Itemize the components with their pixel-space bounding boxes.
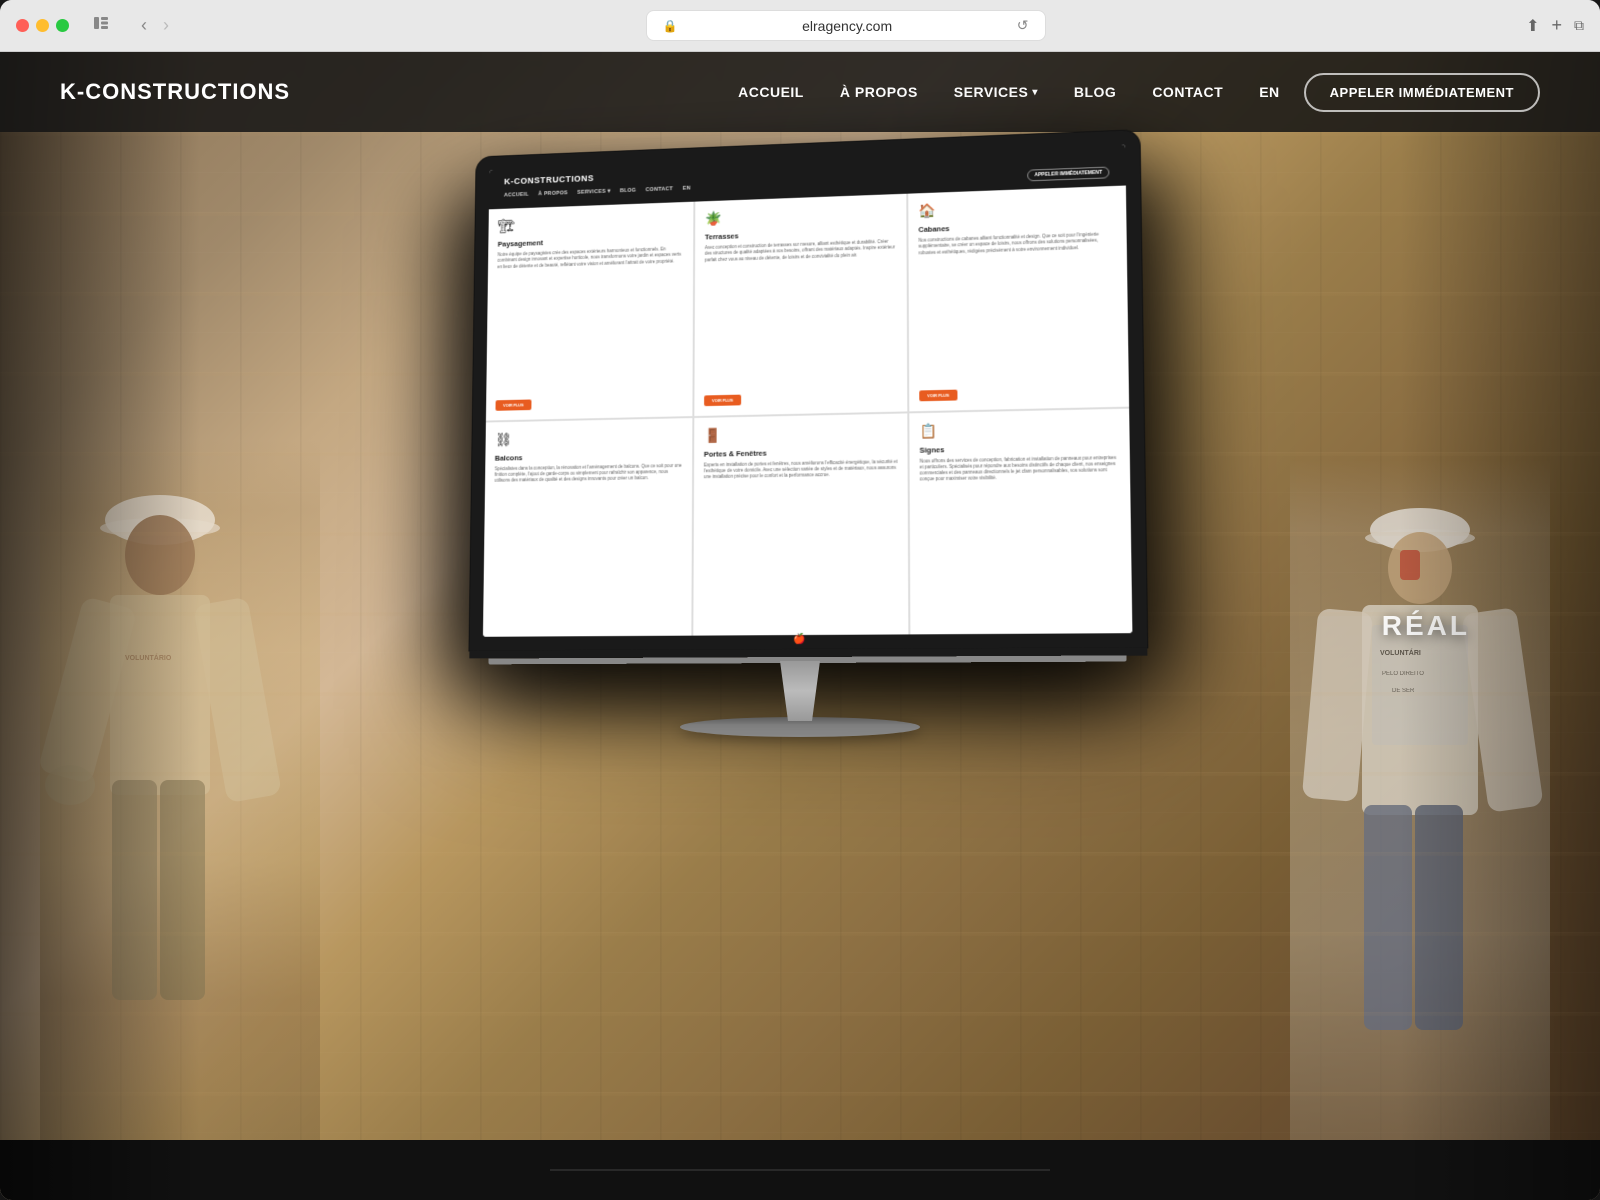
terrasses-icon: 🪴 xyxy=(705,204,897,227)
browser-titlebar: ‹ › 🔒 elragency.com ↺ ⬆ + ⧉ xyxy=(0,0,1600,52)
inner-website: K-CONSTRUCTIONS ACCUEIL À PROPOS SERVICE… xyxy=(483,144,1132,636)
monitor-container: K-CONSTRUCTIONS ACCUEIL À PROPOS SERVICE… xyxy=(450,132,1150,737)
svg-text:PELO DIREITO: PELO DIREITO xyxy=(1382,671,1424,677)
nav-services[interactable]: SERVICES xyxy=(954,84,1038,100)
inner-nav-lang[interactable]: EN xyxy=(683,186,691,192)
url-text: elragency.com xyxy=(685,18,1008,34)
minimize-button[interactable] xyxy=(36,19,49,32)
browser-controls: ‹ › xyxy=(137,11,173,40)
reload-button[interactable]: ↺ xyxy=(1017,17,1029,34)
signes-desc: Nous offrons des services de conception,… xyxy=(920,454,1120,483)
inner-nav-apropos[interactable]: À PROPOS xyxy=(538,190,568,197)
services-grid: 🏗 Paysagement Notre équipe de paysagiste… xyxy=(483,186,1132,637)
browser-window: ‹ › 🔒 elragency.com ↺ ⬆ + ⧉ xyxy=(0,0,1600,1200)
sidebar-toggle[interactable] xyxy=(85,11,117,40)
terrasses-btn[interactable]: Voir Plus xyxy=(704,394,741,406)
back-button[interactable]: ‹ xyxy=(137,11,151,40)
close-button[interactable] xyxy=(16,19,29,32)
service-card-cabanes: 🏠 Cabanes Nos constructions de cabanes a… xyxy=(908,186,1129,411)
inner-nav-contact[interactable]: CONTACT xyxy=(646,186,673,193)
website-content: VOLUNTÁRIO xyxy=(0,52,1600,1200)
inner-nav-blog[interactable]: BLOG xyxy=(620,188,636,194)
new-tab-button[interactable]: + xyxy=(1551,15,1562,36)
cabanes-btn[interactable]: Voir Plus xyxy=(919,389,957,401)
imac-neck xyxy=(760,661,840,721)
service-card-paysagement: 🏗 Paysagement Notre équipe de paysagiste… xyxy=(486,202,693,420)
portes-desc: Experts en installation de portes et fen… xyxy=(704,459,898,481)
svg-text:VOLUNTÁRI: VOLUNTÁRI xyxy=(1380,648,1421,657)
nav-lang[interactable]: EN xyxy=(1259,84,1279,100)
inner-nav-accueil[interactable]: ACCUEIL xyxy=(504,192,529,199)
imac-monitor: K-CONSTRUCTIONS ACCUEIL À PROPOS SERVICE… xyxy=(450,132,1150,737)
svg-text:DE SER: DE SER xyxy=(1392,688,1415,694)
signes-title: Signes xyxy=(920,441,1120,454)
balcons-title: Balcons xyxy=(495,450,683,462)
cabanes-desc: Nos constructions de cabanes alliant fon… xyxy=(918,231,1116,256)
worker-figure-right: VOLUNTÁRI PELO DIREITO DE SER xyxy=(1290,460,1550,1140)
inner-cta-button[interactable]: APPELER IMMÉDIATEMENT xyxy=(1027,167,1109,182)
cabanes-icon: 🏠 xyxy=(918,196,1116,220)
service-card-terrasses: 🪴 Terrasses Avec conception et construct… xyxy=(694,194,907,416)
imac-screen-housing: K-CONSTRUCTIONS ACCUEIL À PROPOS SERVICE… xyxy=(469,130,1147,650)
nav-blog[interactable]: BLOG xyxy=(1074,84,1116,100)
hero-accent-text: RÉAL xyxy=(1382,610,1470,642)
bottom-divider xyxy=(550,1169,1050,1171)
paysagement-icon: 🏗 xyxy=(498,212,684,235)
lock-icon: 🔒 xyxy=(663,19,678,33)
address-bar-container: 🔒 elragency.com ↺ xyxy=(185,10,1506,41)
nav-contact[interactable]: CONTACT xyxy=(1152,84,1223,100)
site-navigation: K-CONSTRUCTIONS ACCUEIL À PROPOS SERVICE… xyxy=(0,52,1600,132)
balcons-icon: ⛓ xyxy=(495,427,683,447)
browser-actions: ⬆ + ⧉ xyxy=(1526,15,1584,36)
paysagement-desc: Notre équipe de paysagistes crée des esp… xyxy=(497,246,683,270)
portes-title: Portes & Fenêtres xyxy=(704,446,898,458)
nav-accueil[interactable]: ACCUEIL xyxy=(738,84,804,100)
bottom-strip xyxy=(0,1140,1600,1200)
address-bar[interactable]: 🔒 elragency.com ↺ xyxy=(646,10,1046,41)
traffic-lights xyxy=(16,19,69,32)
site-logo: K-CONSTRUCTIONS xyxy=(60,79,290,105)
tabs-button[interactable]: ⧉ xyxy=(1574,17,1584,34)
service-card-balcons: ⛓ Balcons Spécialistes dans la conceptio… xyxy=(483,418,692,637)
nav-apropos[interactable]: À PROPOS xyxy=(840,84,918,100)
apple-logo: 🍎 xyxy=(794,634,806,645)
portes-icon: 🚪 xyxy=(704,423,897,444)
balcons-desc: Spécialistes dans la conception, la réno… xyxy=(494,462,682,484)
hero-text-overlay: RÉAL xyxy=(1382,610,1470,642)
service-card-portes: 🚪 Portes & Fenêtres Experts en installat… xyxy=(693,413,908,636)
cta-call-button[interactable]: APPELER IMMÉDIATEMENT xyxy=(1304,73,1540,112)
paysagement-btn[interactable]: Voir Plus xyxy=(495,399,531,410)
share-button[interactable]: ⬆ xyxy=(1526,16,1539,36)
forward-button[interactable]: › xyxy=(159,11,173,40)
signes-icon: 📋 xyxy=(919,418,1119,439)
site-menu: ACCUEIL À PROPOS SERVICES BLOG CONTACT E… xyxy=(738,84,1280,100)
imac-screen: K-CONSTRUCTIONS ACCUEIL À PROPOS SERVICE… xyxy=(483,144,1132,636)
worker-figure-left: VOLUNTÁRIO xyxy=(40,440,320,1140)
terrasses-desc: Avec conception et construction de terra… xyxy=(705,239,897,264)
inner-nav-services[interactable]: SERVICES ▾ xyxy=(577,189,610,196)
svg-text:VOLUNTÁRIO: VOLUNTÁRIO xyxy=(125,653,172,662)
maximize-button[interactable] xyxy=(56,19,69,32)
service-card-signes: 📋 Signes Nous offrons des services de co… xyxy=(909,408,1132,634)
